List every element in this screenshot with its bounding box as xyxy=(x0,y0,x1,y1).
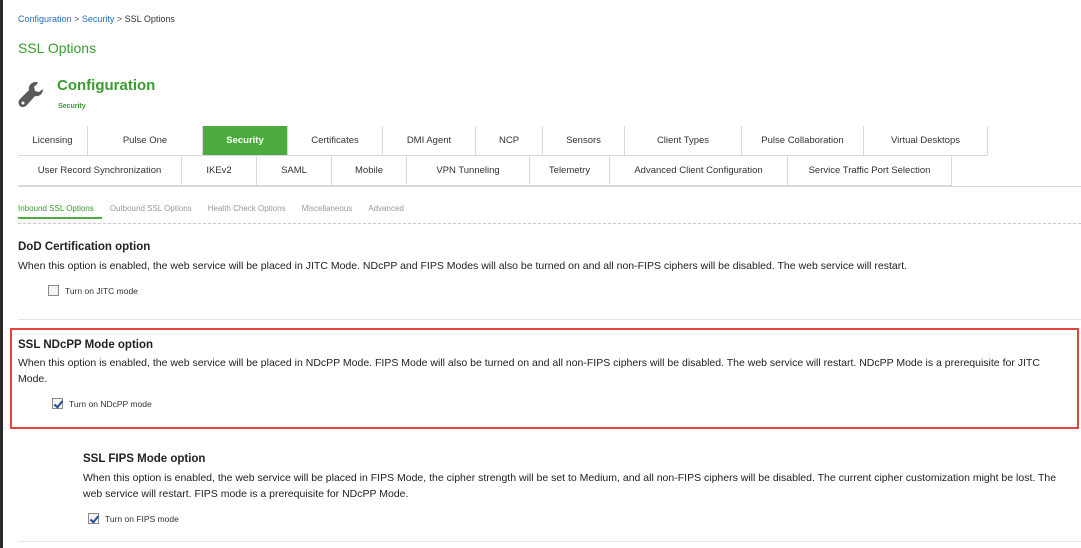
subtab-divider xyxy=(18,223,1081,224)
tab-advanced-client-configuration[interactable]: Advanced Client Configuration xyxy=(610,156,788,186)
tab-mobile[interactable]: Mobile xyxy=(332,156,407,186)
tab-certificates[interactable]: Certificates xyxy=(288,126,383,156)
breadcrumb-security[interactable]: Security xyxy=(82,14,115,24)
section-divider xyxy=(18,319,1081,320)
config-title: Configuration xyxy=(57,77,156,94)
breadcrumb-configuration[interactable]: Configuration xyxy=(18,14,72,24)
tab-divider xyxy=(18,186,1081,187)
fips-mode-label: Turn on FIPS mode xyxy=(105,513,179,524)
subtab-advanced[interactable]: Advanced xyxy=(368,204,412,219)
ndcpp-section-title: SSL NDcPP Mode option xyxy=(18,339,154,351)
page-title: SSL Options xyxy=(18,40,97,56)
tab-telemetry[interactable]: Telemetry xyxy=(530,156,610,186)
breadcrumb-current: SSL Options xyxy=(124,14,175,24)
tab-row-1: Licensing Pulse One Security Certificate… xyxy=(18,126,988,156)
breadcrumb-separator: > xyxy=(116,14,123,24)
ndcpp-mode-checkbox-row[interactable]: Turn on NDcPP mode xyxy=(52,398,152,409)
fips-section-title: SSL FIPS Mode option xyxy=(83,453,206,465)
tab-sensors[interactable]: Sensors xyxy=(543,126,625,156)
section-divider xyxy=(18,541,1081,542)
subtab-bar: Inbound SSL Options Outbound SSL Options… xyxy=(18,204,420,219)
tab-dmi-agent[interactable]: DMI Agent xyxy=(383,126,476,156)
breadcrumb: Configuration > Security > SSL Options xyxy=(18,14,175,24)
subtab-health-check-options[interactable]: Health Check Options xyxy=(208,204,294,219)
subtab-outbound-ssl-options[interactable]: Outbound SSL Options xyxy=(110,204,200,219)
fips-section-description: When this option is enabled, the web ser… xyxy=(83,472,1057,500)
tab-row-2: User Record Synchronization IKEv2 SAML M… xyxy=(18,156,952,186)
ndcpp-section-description: When this option is enabled, the web ser… xyxy=(18,357,1040,385)
tab-client-types[interactable]: Client Types xyxy=(625,126,742,156)
jitc-mode-label: Turn on JITC mode xyxy=(65,285,138,296)
tab-ikev2[interactable]: IKEv2 xyxy=(182,156,257,186)
jitc-mode-checkbox[interactable] xyxy=(48,285,59,296)
dod-section-title: DoD Certification option xyxy=(18,241,151,253)
tab-pulse-collaboration[interactable]: Pulse Collaboration xyxy=(742,126,864,156)
ndcpp-mode-label: Turn on NDcPP mode xyxy=(69,398,152,409)
dod-section-description: When this option is enabled, the web ser… xyxy=(18,260,908,272)
config-subtitle: Security xyxy=(58,103,86,110)
tab-virtual-desktops[interactable]: Virtual Desktops xyxy=(864,126,988,156)
wrench-icon xyxy=(18,82,43,108)
fips-mode-checkbox[interactable] xyxy=(88,513,99,524)
jitc-mode-checkbox-row[interactable]: Turn on JITC mode xyxy=(48,285,138,296)
tab-pulse-one[interactable]: Pulse One xyxy=(88,126,203,156)
subtab-inbound-ssl-options[interactable]: Inbound SSL Options xyxy=(18,204,102,219)
tab-licensing[interactable]: Licensing xyxy=(18,126,88,156)
subtab-miscellaneous[interactable]: Miscellaneous xyxy=(302,204,361,219)
tab-ncp[interactable]: NCP xyxy=(476,126,543,156)
ndcpp-mode-checkbox[interactable] xyxy=(52,398,63,409)
tab-saml[interactable]: SAML xyxy=(257,156,332,186)
breadcrumb-separator: > xyxy=(74,14,80,24)
tab-security[interactable]: Security xyxy=(203,126,288,156)
tab-user-record-synchronization[interactable]: User Record Synchronization xyxy=(18,156,182,186)
tab-vpn-tunneling[interactable]: VPN Tunneling xyxy=(407,156,530,186)
fips-mode-checkbox-row[interactable]: Turn on FIPS mode xyxy=(88,513,179,524)
window-left-border xyxy=(0,0,3,548)
tab-service-traffic-port-selection[interactable]: Service Traffic Port Selection xyxy=(788,156,952,186)
